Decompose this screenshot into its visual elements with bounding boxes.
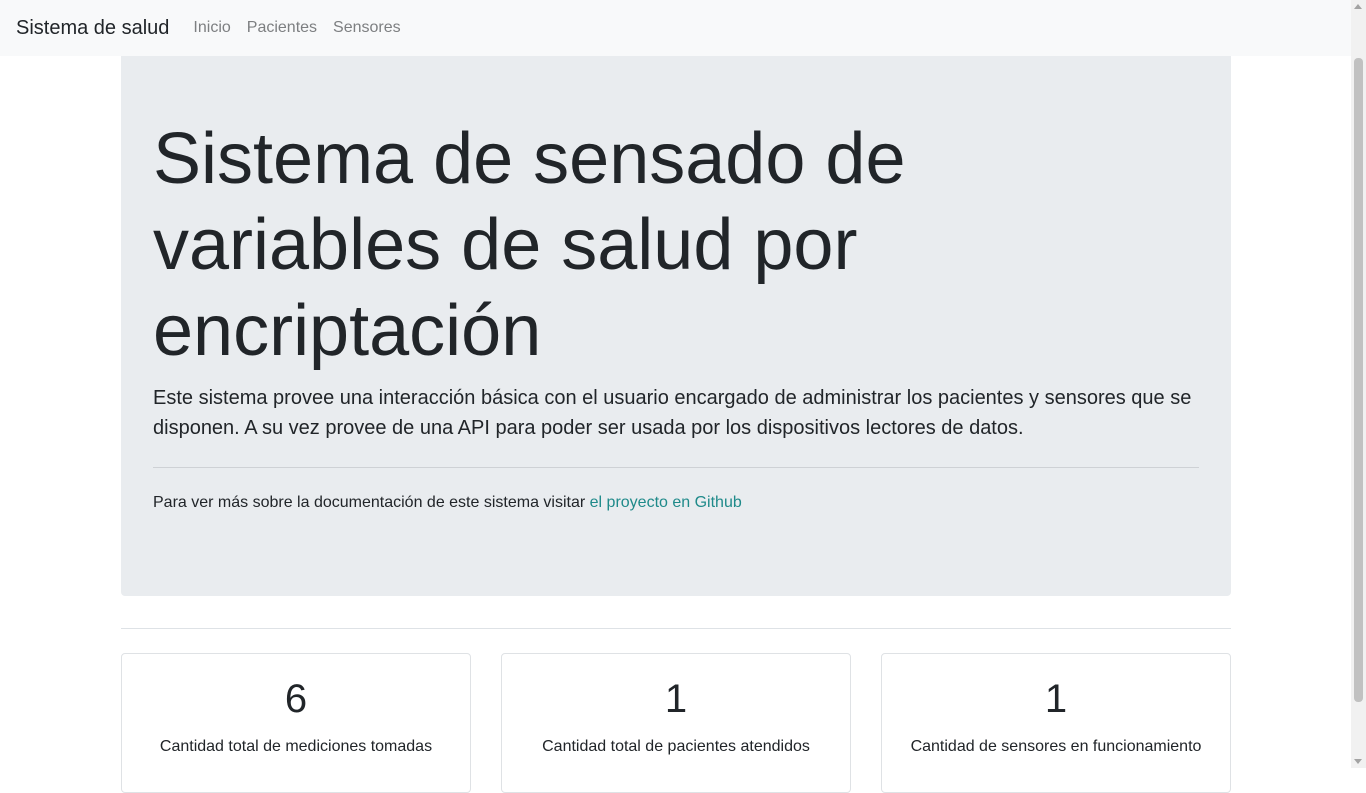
navbar-brand[interactable]: Sistema de salud <box>16 18 169 38</box>
scroll-up-arrow-icon[interactable] <box>1354 4 1362 9</box>
stat-card-mediciones: 6 Cantidad total de mediciones tomadas <box>121 653 471 793</box>
stat-value: 1 <box>1044 677 1068 721</box>
hero-jumbotron: Sistema de sensado de variables de salud… <box>121 40 1231 596</box>
section-divider <box>121 628 1231 629</box>
github-link[interactable]: el proyecto en Github <box>590 494 742 511</box>
stat-value: 1 <box>664 677 688 721</box>
scroll-down-arrow-icon[interactable] <box>1354 759 1362 764</box>
stat-label: Cantidad de sensores en funcionamiento <box>910 738 1202 755</box>
stat-label: Cantidad total de pacientes atendidos <box>542 738 810 755</box>
top-navbar: Sistema de salud Inicio Pacientes Sensor… <box>0 0 1351 56</box>
scrollbar-thumb[interactable] <box>1354 58 1363 702</box>
hero-divider <box>153 467 1199 468</box>
stat-label: Cantidad total de mediciones tomadas <box>159 738 433 755</box>
stat-card-pacientes: 1 Cantidad total de pacientes atendidos <box>501 653 851 793</box>
page-scrollbar[interactable] <box>1351 0 1366 768</box>
doc-text: Para ver más sobre la documentación de e… <box>153 494 590 511</box>
nav-link-sensores[interactable]: Sensores <box>333 20 401 36</box>
stat-value: 6 <box>284 677 308 721</box>
stat-card-sensores: 1 Cantidad de sensores en funcionamiento <box>881 653 1231 793</box>
doc-paragraph: Para ver más sobre la documentación de e… <box>153 493 742 513</box>
nav-link-inicio[interactable]: Inicio <box>193 20 230 36</box>
nav-link-pacientes[interactable]: Pacientes <box>247 20 317 36</box>
hero-lead: Este sistema provee una interacción bási… <box>153 387 1192 439</box>
hero-title: Sistema de sensado de variables de salud… <box>153 119 906 371</box>
